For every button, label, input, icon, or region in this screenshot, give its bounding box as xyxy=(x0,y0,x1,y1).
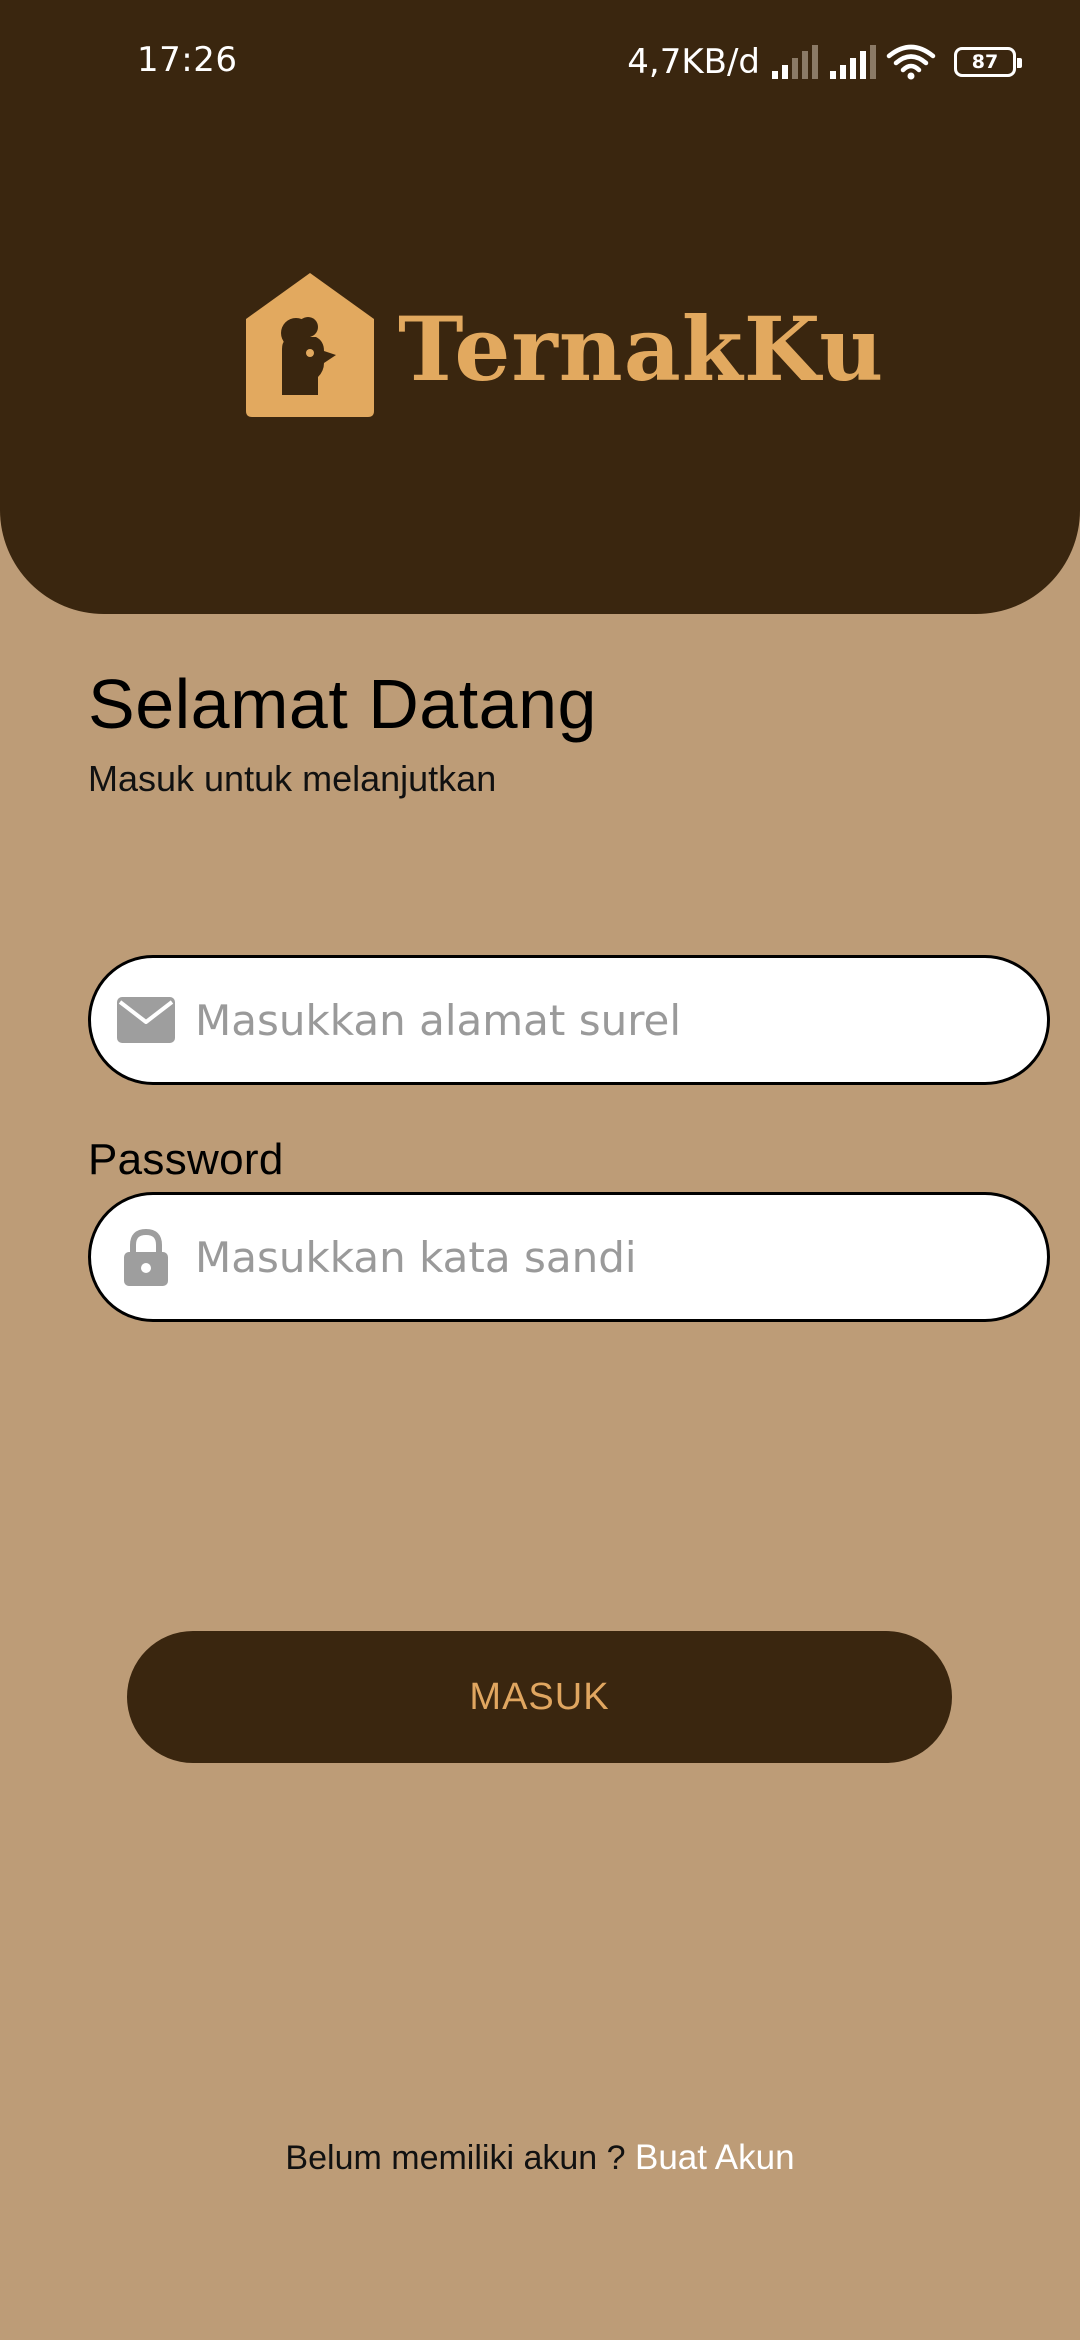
app-logo: TernakKu xyxy=(244,270,884,420)
welcome-title: Selamat Datang xyxy=(88,665,597,743)
create-account-link[interactable]: Buat Akun xyxy=(635,2138,795,2177)
signup-prompt: Belum memiliki akun ? Buat Akun xyxy=(0,2138,1080,2178)
signal-strong-icon xyxy=(830,45,876,79)
status-icons: 4,7KB/d 87 xyxy=(627,40,1022,84)
envelope-icon xyxy=(117,991,175,1049)
password-label: Password xyxy=(88,1135,284,1184)
battery-icon: 87 xyxy=(954,47,1022,77)
brand-name: TernakKu xyxy=(398,297,885,401)
status-time: 17:26 xyxy=(137,40,238,80)
network-speed: 4,7KB/d xyxy=(627,42,760,82)
login-button[interactable]: MASUK xyxy=(127,1631,952,1763)
status-bar: 17:26 4,7KB/d 87 xyxy=(0,0,1080,125)
battery-level: 87 xyxy=(971,50,999,73)
signal-weak-icon xyxy=(772,45,818,79)
lock-icon xyxy=(117,1228,175,1286)
email-field[interactable] xyxy=(88,955,1050,1085)
password-input[interactable] xyxy=(195,1232,1015,1282)
email-input[interactable] xyxy=(195,995,1015,1045)
wifi-icon xyxy=(886,44,936,80)
password-field[interactable] xyxy=(88,1192,1050,1322)
header-banner: 17:26 4,7KB/d 87 TernakKu xyxy=(0,0,1080,614)
house-chicken-logo-icon xyxy=(246,273,374,417)
welcome-subtitle: Masuk untuk melanjutkan xyxy=(88,758,497,799)
signup-prompt-text: Belum memiliki akun ? xyxy=(285,2139,635,2177)
